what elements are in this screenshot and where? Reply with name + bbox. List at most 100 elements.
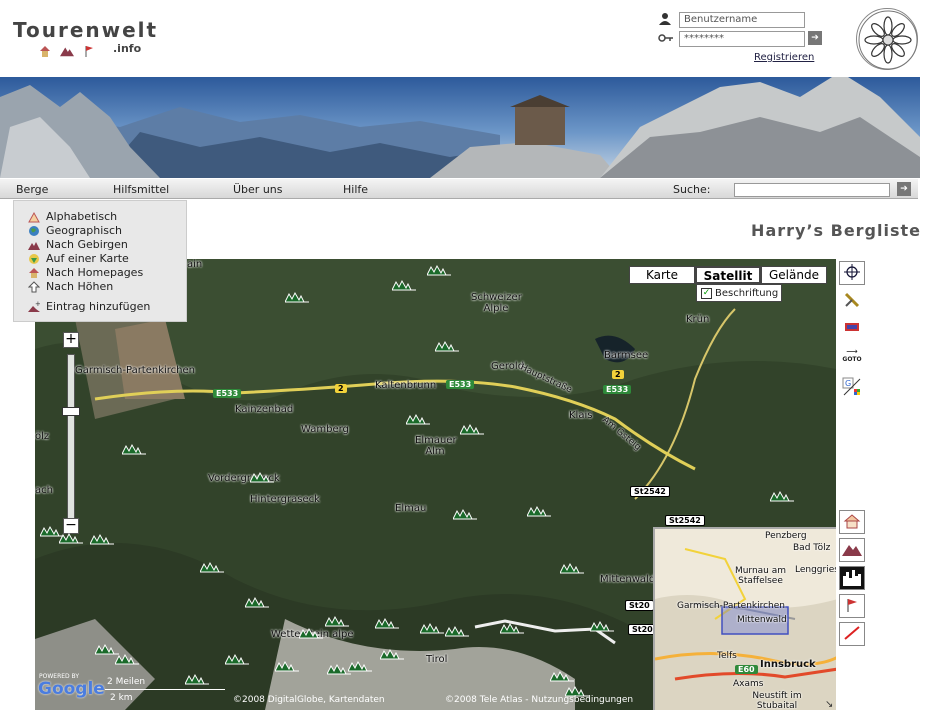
city-layer-button[interactable] — [839, 566, 865, 590]
peak-marker-icon[interactable] — [769, 489, 794, 505]
peak-marker-icon[interactable] — [526, 504, 551, 520]
mountain-icon — [842, 541, 862, 559]
zoom-slider-handle[interactable] — [62, 407, 80, 416]
logo-text[interactable]: Tourenwelt — [13, 18, 158, 42]
nav-hilfsmittel[interactable]: Hilfsmittel — [113, 183, 169, 196]
search-input[interactable] — [734, 183, 890, 197]
crosshair-button[interactable] — [839, 261, 865, 285]
place-label: Elmau — [395, 503, 427, 514]
peak-marker-icon[interactable] — [58, 531, 83, 547]
nav-ueber-uns[interactable]: Über uns — [233, 183, 283, 196]
register-link[interactable]: Registrieren — [754, 52, 814, 63]
road-shield: E533 — [213, 389, 242, 398]
overview-minimap[interactable]: Penzberg Bad Tölz Murnau am Staffelsee L… — [653, 527, 836, 710]
header-banner-image — [0, 77, 920, 178]
scale-bar — [105, 689, 225, 690]
peak-marker-icon[interactable] — [274, 659, 299, 675]
peak-marker-icon[interactable] — [459, 422, 484, 438]
password-input[interactable]: ******** — [679, 31, 805, 47]
menu-item-label: Eintrag hinzufügen — [46, 300, 151, 313]
house-icon[interactable] — [38, 44, 52, 58]
checkbox-checked-icon[interactable]: ✓ — [701, 287, 712, 299]
menu-item-auf-einer-karte[interactable]: Auf einer Karte — [28, 252, 129, 265]
goto-button[interactable]: ⟶ GOTO — [839, 343, 865, 367]
mountain-icon[interactable] — [60, 44, 74, 58]
peak-marker-icon[interactable] — [549, 669, 574, 685]
peak-marker-icon[interactable] — [244, 595, 269, 611]
labels-checkbox-label: Beschriftung — [715, 287, 779, 299]
search-submit-button[interactable]: ➔ — [897, 182, 911, 196]
peak-marker-icon[interactable] — [559, 561, 584, 577]
place-label: ach — [35, 485, 53, 496]
map-type-gelaende[interactable]: Gelände — [761, 266, 827, 284]
peak-marker-icon[interactable] — [499, 621, 524, 637]
menu-item-nach-homepages[interactable]: Nach Homepages — [28, 266, 143, 279]
home-layer-button[interactable] — [839, 510, 865, 534]
peak-marker-icon[interactable] — [391, 278, 416, 294]
nav-berge[interactable]: Berge — [16, 183, 48, 196]
track-layer-button[interactable] — [839, 622, 865, 646]
peak-marker-icon[interactable] — [224, 652, 249, 668]
place-label: Tirol — [426, 654, 448, 665]
menu-item-alphabetisch[interactable]: Alphabetisch — [28, 210, 117, 223]
mountain-layer-button[interactable] — [839, 538, 865, 562]
peak-marker-icon[interactable] — [419, 621, 444, 637]
google-logo[interactable]: Google — [38, 679, 105, 699]
peak-marker-icon[interactable] — [199, 560, 224, 576]
zoom-in-button[interactable]: + — [63, 332, 79, 348]
peak-marker-icon[interactable] — [426, 263, 451, 279]
road-shield: St2542 — [630, 486, 670, 497]
username-input[interactable]: Benutzername — [679, 12, 805, 28]
menu-item-eintrag-hinzufuegen[interactable]: + Eintrag hinzufügen — [28, 300, 150, 313]
peak-marker-icon[interactable] — [324, 614, 349, 630]
peak-marker-icon[interactable] — [184, 672, 209, 688]
menu-item-nach-hoehen[interactable]: Nach Höhen — [28, 280, 113, 293]
peak-marker-icon[interactable] — [89, 532, 114, 548]
svg-text:+: + — [35, 301, 40, 308]
road-shield: E533 — [603, 385, 632, 394]
peak-marker-icon[interactable] — [249, 470, 274, 486]
peak-marker-icon[interactable] — [452, 507, 477, 523]
flag-layer-button[interactable] — [839, 594, 865, 618]
menu-item-label: Alphabetisch — [46, 210, 118, 223]
house-icon — [843, 513, 861, 531]
peak-marker-icon[interactable] — [405, 412, 430, 428]
nav-hilfe[interactable]: Hilfe — [343, 183, 368, 196]
menu-item-label: Nach Höhen — [46, 280, 114, 293]
goto-label: GOTO — [842, 356, 862, 363]
map-type-satellit[interactable]: Satellit — [695, 266, 761, 284]
peak-marker-icon[interactable] — [114, 652, 139, 668]
peak-marker-icon[interactable] — [374, 616, 399, 632]
crosshair-icon — [844, 264, 860, 282]
menu-item-nach-gebirgen[interactable]: Nach Gebirgen — [28, 238, 128, 251]
peak-marker-icon[interactable] — [379, 647, 404, 663]
copyright-text[interactable]: ©2008 Tele Atlas - Nutzungsbedingungen — [445, 695, 633, 705]
peak-marker-icon[interactable] — [347, 659, 372, 675]
place-label: Elmauer Alm — [415, 435, 457, 457]
overview-place: Neustift im Stubaital — [752, 691, 802, 710]
overview-collapse-icon[interactable]: ↘ — [825, 699, 836, 710]
zoom-slider-track[interactable] — [67, 354, 75, 524]
peak-marker-icon[interactable] — [298, 626, 323, 642]
logo-suffix: .info — [113, 42, 142, 55]
road-shield: 2 — [612, 370, 624, 379]
measure-tool-button[interactable] — [839, 289, 865, 313]
peak-marker-icon[interactable] — [284, 290, 309, 306]
peak-marker-icon[interactable] — [444, 624, 469, 640]
google-earth-button[interactable]: G — [839, 376, 865, 400]
peak-marker-icon[interactable] — [434, 339, 459, 355]
login-submit-button[interactable]: ➔ — [808, 31, 822, 45]
peak-marker-icon[interactable] — [589, 619, 614, 635]
map-type-karte[interactable]: Karte — [629, 266, 695, 284]
overview-road-shield: E60 — [735, 665, 758, 674]
labels-checkbox-row[interactable]: ✓ Beschriftung — [696, 284, 782, 302]
alphabet-peak-icon — [28, 211, 40, 223]
place-label: Krün — [686, 314, 710, 325]
menu-item-label: Geographisch — [46, 224, 123, 237]
flag-icon[interactable] — [82, 44, 96, 58]
menu-item-geographisch[interactable]: Geographisch — [28, 224, 122, 237]
route-tool-button[interactable] — [839, 316, 865, 340]
peak-marker-icon[interactable] — [121, 442, 146, 458]
place-label: Garmisch-Partenkirchen — [75, 365, 196, 376]
place-label: Klais — [569, 410, 593, 421]
